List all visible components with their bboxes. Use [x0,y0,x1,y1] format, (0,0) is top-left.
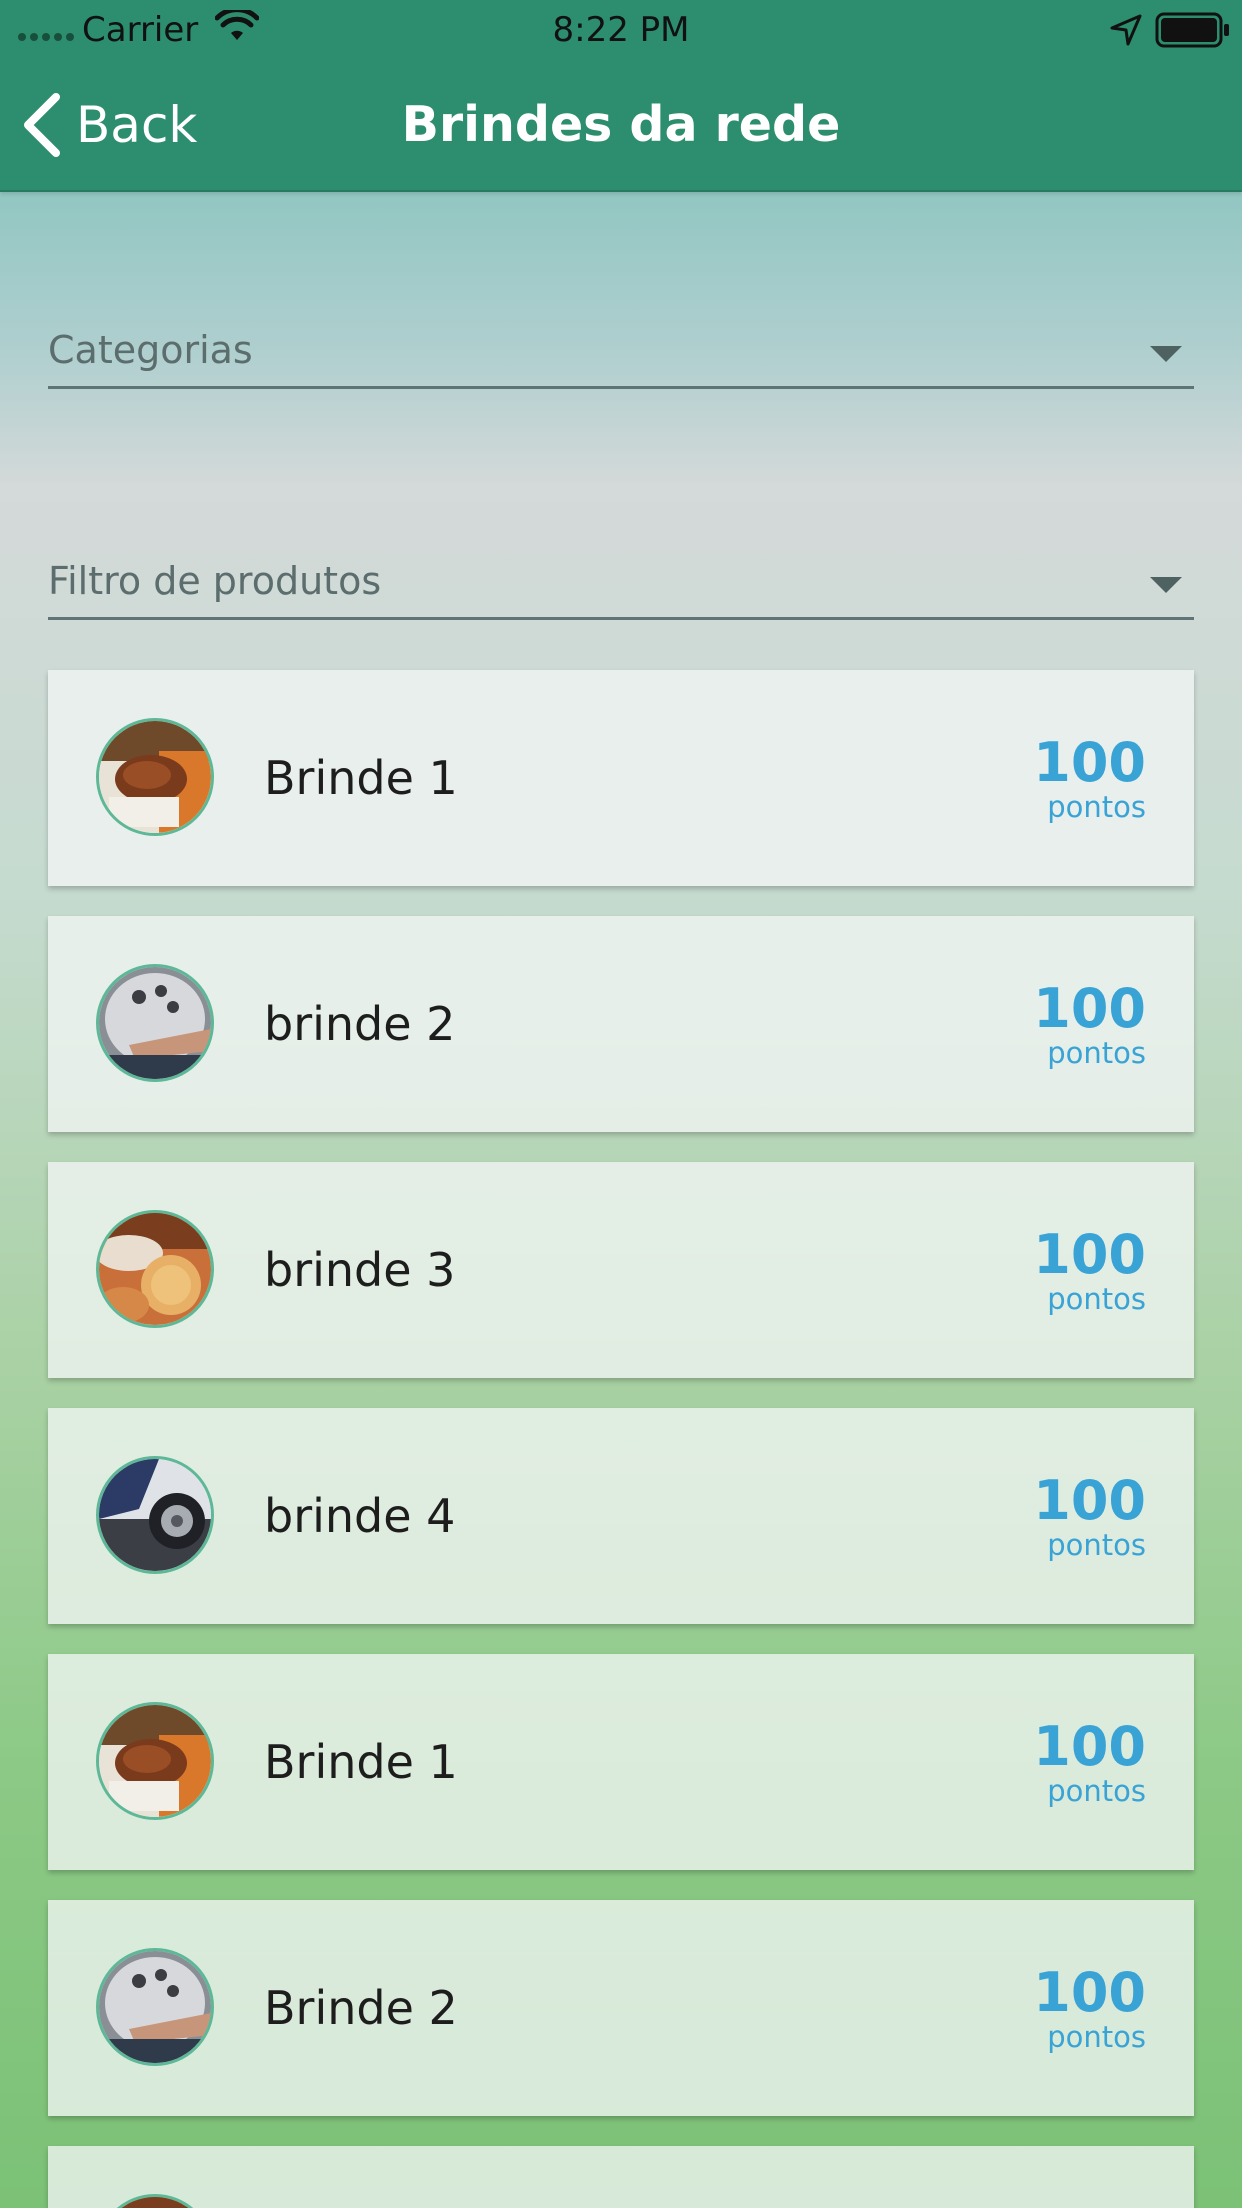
gift-points: 100 pontos [1033,731,1146,824]
status-bar: Carrier 8:22 PM [0,0,1242,60]
steak-thumbnail [96,1702,214,1820]
gift-card[interactable]: Brinde 2 100 pontos [48,1900,1194,2116]
points-value: 100 [1033,731,1146,794]
gift-name: Brinde 1 [264,751,458,805]
steak-thumbnail [96,718,214,836]
gift-points: 100 pontos [1033,1961,1146,2054]
gift-points: 100 pontos [1033,1223,1146,1316]
gift-card[interactable]: brinde 3 100 pontos [48,1162,1194,1378]
gift-name: Brinde 2 [264,1981,458,2035]
clock: 8:22 PM [552,10,690,50]
page-title: Brindes da rede [401,96,841,153]
gift-name: Brinde 1 [264,1735,458,1789]
products-filter-placeholder: Filtro de produtos [48,559,382,603]
points-value: 100 [1033,977,1146,1040]
gift-card[interactable]: Brinde 1 100 pontos [48,670,1194,886]
tire-thumbnail [96,1456,214,1574]
gift-points: 100 pontos [1033,1469,1146,1562]
location-arrow-icon [1110,14,1142,50]
points-value: 100 [1033,1715,1146,1778]
points-unit: pontos [1047,1528,1146,1562]
points-value: 100 [1033,1469,1146,1532]
gift-card[interactable]: Brinde 1 100 pontos [48,1654,1194,1870]
points-unit: pontos [1047,1036,1146,1070]
categories-placeholder: Categorias [48,328,253,372]
gift-points: 100 pontos [1033,977,1146,1070]
battery-icon [1155,12,1231,52]
bread-thumbnail [96,2194,214,2208]
points-value: 100 [1033,1223,1146,1286]
bread-thumbnail [96,1210,214,1328]
gift-card[interactable]: brinde 4 100 pontos [48,1408,1194,1624]
points-unit: pontos [1047,790,1146,824]
gift-card[interactable]: brinde 2 100 pontos [48,916,1194,1132]
points-unit: pontos [1047,1282,1146,1316]
products-filter-dropdown[interactable]: Filtro de produtos [48,547,1194,620]
gift-points: 100 pontos [1033,1715,1146,1808]
gift-name: brinde 3 [264,1243,456,1297]
points-unit: pontos [1047,1774,1146,1808]
points-value: 100 [1033,1961,1146,2024]
categories-dropdown[interactable]: Categorias [48,316,1194,389]
wheel-service-thumbnail [96,964,214,1082]
gift-name: brinde 4 [264,1489,456,1543]
gift-card-partial[interactable] [48,2146,1194,2208]
wheel-service-thumbnail [96,1948,214,2066]
gift-name: brinde 2 [264,997,456,1051]
navigation-bar: Carrier 8:22 PM Back Brindes da rede [0,0,1242,192]
points-unit: pontos [1047,2020,1146,2054]
dropdown-arrow-icon [1150,346,1182,362]
dropdown-arrow-icon [1150,577,1182,593]
